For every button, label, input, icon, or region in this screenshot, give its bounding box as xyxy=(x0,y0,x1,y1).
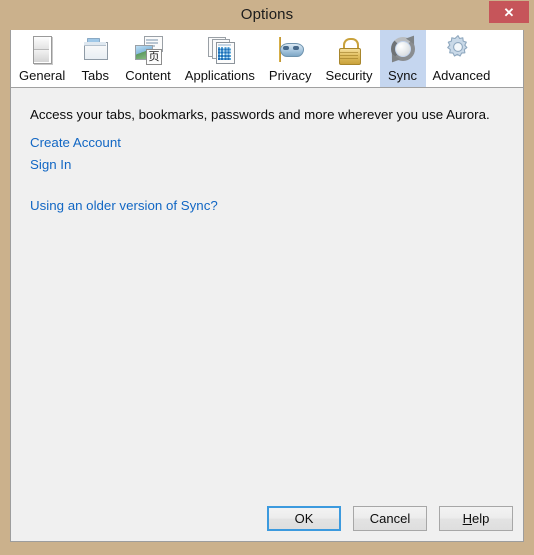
tab-label: Tabs xyxy=(81,68,109,83)
title-bar: Options ✕ xyxy=(0,0,534,30)
tab-security[interactable]: Security xyxy=(319,30,380,87)
sign-in-link[interactable]: Sign In xyxy=(30,157,71,172)
tab-tabs[interactable]: Tabs xyxy=(72,30,118,87)
window-icon xyxy=(26,34,58,66)
help-accel-letter: H xyxy=(462,511,473,526)
cancel-button[interactable]: Cancel xyxy=(353,506,427,531)
options-tab-strip: General Tabs 页 Content Applications Priv… xyxy=(11,30,523,88)
ok-button[interactable]: OK xyxy=(267,506,341,531)
options-window: Options ✕ General Tabs 页 Content Applica… xyxy=(0,0,534,555)
sync-intro-text: Access your tabs, bookmarks, passwords a… xyxy=(30,107,490,122)
client-area: General Tabs 页 Content Applications Priv… xyxy=(10,30,524,542)
app-windows-icon xyxy=(204,34,236,66)
tab-label: General xyxy=(19,68,66,83)
window-title: Options xyxy=(240,6,294,23)
tab-general[interactable]: General xyxy=(12,30,72,87)
gear-icon xyxy=(445,34,477,66)
mask-icon xyxy=(274,34,306,66)
tab-applications[interactable]: Applications xyxy=(178,30,262,87)
close-button[interactable]: ✕ xyxy=(489,1,529,23)
tab-sync[interactable]: Sync xyxy=(379,30,426,87)
create-account-link[interactable]: Create Account xyxy=(30,135,121,150)
tab-privacy[interactable]: Privacy xyxy=(262,30,319,87)
tab-label: Sync xyxy=(388,68,417,83)
sync-arrows-icon xyxy=(387,32,419,66)
folder-icon xyxy=(79,34,111,66)
tab-label: Privacy xyxy=(268,68,312,83)
tab-label: Advanced xyxy=(432,68,491,83)
content-glyph: 页 xyxy=(146,49,163,65)
help-button[interactable]: Help xyxy=(439,506,513,531)
close-icon: ✕ xyxy=(503,4,515,20)
dialog-button-row: OK Cancel Help xyxy=(267,506,513,531)
tab-advanced[interactable]: Advanced xyxy=(426,30,498,87)
tab-content[interactable]: 页 Content xyxy=(118,30,178,87)
tab-label: Applications xyxy=(184,68,255,83)
padlock-icon xyxy=(333,34,365,66)
sync-panel: Access your tabs, bookmarks, passwords a… xyxy=(11,88,523,540)
document-image-icon: 页 xyxy=(132,34,164,66)
help-label-rest: elp xyxy=(472,511,490,526)
tab-label: Content xyxy=(125,68,171,83)
tab-label: Security xyxy=(325,68,373,83)
older-sync-version-link[interactable]: Using an older version of Sync? xyxy=(30,198,218,213)
